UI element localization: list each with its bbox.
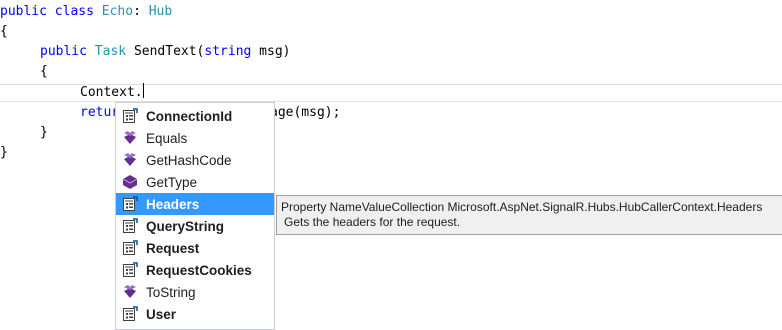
completion-item-requestcookies[interactable]: RequestCookies	[116, 259, 274, 281]
completion-item-user[interactable]: User	[116, 303, 274, 325]
quick-info-tooltip: Property NameValueCollection Microsoft.A…	[276, 195, 782, 235]
completion-item-request[interactable]: Request	[116, 237, 274, 259]
method-icon	[122, 284, 138, 300]
completion-item-connectionid[interactable]: ConnectionId	[116, 105, 274, 127]
code-line-2: {	[0, 24, 8, 39]
completion-item-label: ToString	[146, 284, 196, 300]
completion-item-label: RequestCookies	[146, 262, 252, 278]
completion-item-equals[interactable]: Equals	[116, 127, 274, 149]
code-line-7: }	[40, 125, 48, 140]
completion-item-tostring[interactable]: ToString	[116, 281, 274, 303]
completion-item-label: Headers	[146, 196, 200, 212]
completion-item-gettype[interactable]: GetType	[116, 171, 274, 193]
code-line-6-right: age(msg);	[270, 105, 341, 120]
keyword: public	[40, 44, 87, 59]
property-icon	[122, 240, 138, 256]
completion-item-querystring[interactable]: QueryString	[116, 215, 274, 237]
separator: :	[133, 4, 149, 19]
property-icon	[122, 196, 138, 212]
code-line-3: public Task SendText(string msg)	[40, 42, 291, 62]
base-class: Hub	[148, 4, 173, 19]
code-line-4: {	[40, 64, 48, 79]
context-text: Context.	[80, 85, 143, 100]
method-icon	[122, 152, 138, 168]
property-icon	[122, 262, 138, 278]
completion-item-label: Equals	[146, 130, 188, 146]
completion-item-gethashcode[interactable]: GetHashCode	[116, 149, 274, 171]
completion-item-label: ConnectionId	[146, 108, 233, 124]
method-name: SendText(	[133, 44, 205, 59]
text-caret	[142, 83, 144, 98]
completion-item-label: GetType	[146, 174, 198, 190]
method-icon	[122, 130, 138, 146]
completion-item-label: QueryString	[146, 218, 225, 234]
keyword: retur	[80, 105, 120, 120]
class-name: Echo	[101, 4, 134, 19]
keyword: class	[54, 4, 94, 19]
tooltip-signature: Property NameValueCollection Microsoft.A…	[281, 200, 763, 214]
property-icon	[122, 218, 138, 234]
code-line-8: }	[0, 145, 8, 160]
completion-item-label: User	[146, 306, 177, 322]
intellisense-completion-list[interactable]: ConnectionId Equals GetHashCode GetType …	[115, 102, 275, 330]
completion-item-headers[interactable]: Headers	[116, 193, 274, 215]
code-line-1: public class Echo: Hub	[0, 2, 172, 22]
code-line-6-left: retur	[80, 103, 119, 123]
property-icon	[122, 306, 138, 322]
completion-item-label: GetHashCode	[146, 152, 232, 168]
param-type: string	[204, 44, 252, 59]
tooltip-description: Gets the headers for the request.	[284, 215, 461, 229]
param-name: msg)	[251, 44, 291, 59]
completion-item-label: Request	[146, 240, 200, 256]
return-type: Task	[94, 44, 127, 59]
code-line-5: Context.	[80, 83, 144, 103]
property-icon	[122, 108, 138, 124]
keyword: public	[0, 4, 47, 19]
method-purple-icon	[122, 174, 138, 190]
